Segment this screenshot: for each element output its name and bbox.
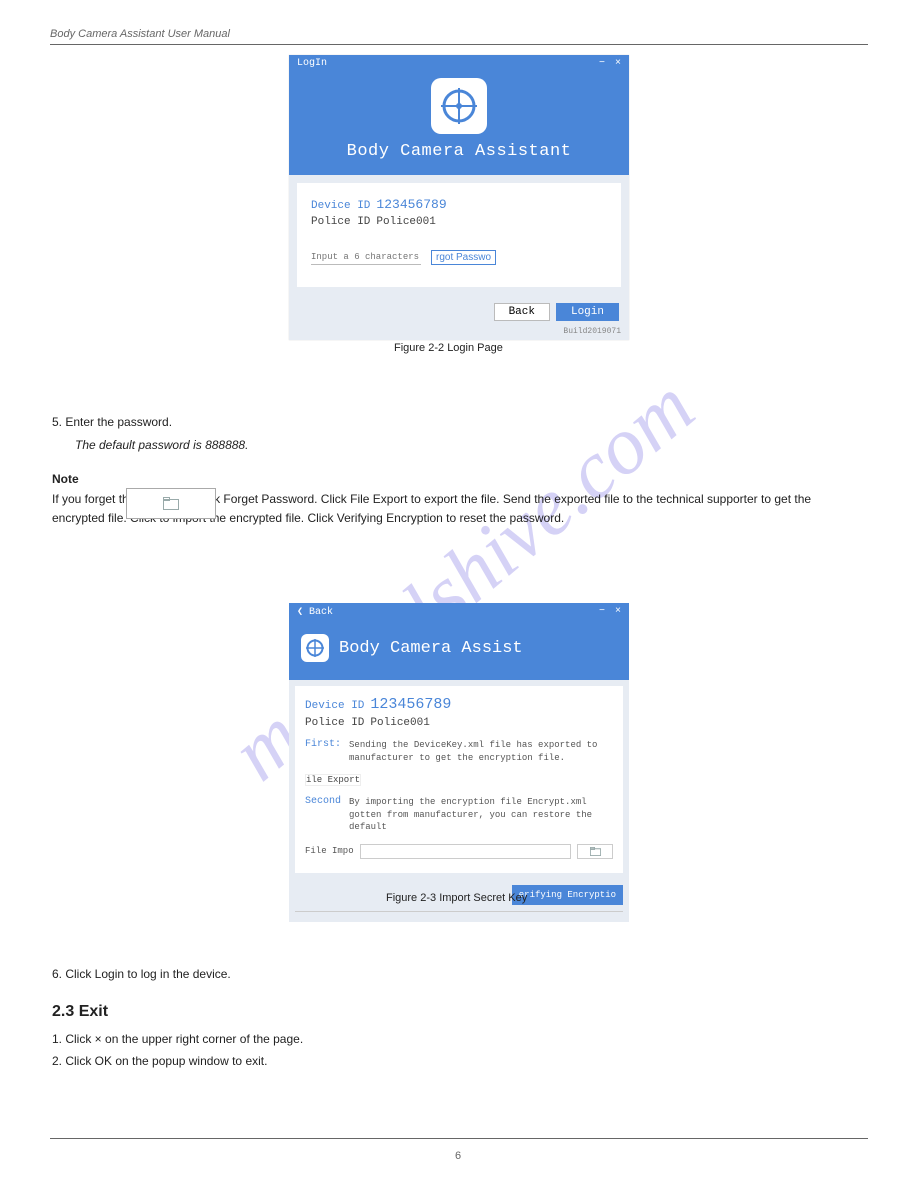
import-titlebar: ❮ Back − × <box>289 603 629 620</box>
device-id-value: 123456789 <box>376 197 446 212</box>
police-id-label: Police ID <box>305 717 364 729</box>
file-export-button[interactable]: ile Export <box>305 774 361 786</box>
file-import-label: File Impo <box>305 846 354 856</box>
build-text: Build2019071 <box>289 325 629 340</box>
folder-icon <box>163 497 179 510</box>
import-back-text[interactable]: Back <box>309 607 333 618</box>
first-label: First: <box>305 739 341 764</box>
page-top-rule <box>50 44 868 45</box>
police-id-value: Police001 <box>370 717 429 729</box>
import-window: ❮ Back − × Body Camera Assist Device ID … <box>289 603 629 922</box>
second-label: Second <box>305 796 341 834</box>
back-arrow-icon[interactable]: ❮ <box>297 607 303 618</box>
minimize-icon[interactable]: − <box>599 58 605 69</box>
page-header-text: Body Camera Assistant User Manual <box>50 26 230 43</box>
exit-heading: 2.3 Exit <box>52 1000 108 1025</box>
page-bottom-rule <box>50 1138 868 1139</box>
device-id-label: Device ID <box>305 700 364 712</box>
police-id-label: Police ID <box>311 216 370 228</box>
browse-icon-button[interactable] <box>126 488 216 519</box>
step6: 6. Click Login to log in the device. <box>52 965 812 984</box>
file-import-browse[interactable] <box>577 844 613 859</box>
login-card: Device ID 123456789 Police ID Police001 … <box>297 183 621 287</box>
folder-icon <box>590 847 601 856</box>
login-button-row: Back Login <box>289 295 629 325</box>
password-input[interactable] <box>311 250 421 265</box>
import-header: Body Camera Assist <box>289 620 629 680</box>
login-window: LogIn − × Body Camera Assistant Device I… <box>289 55 629 340</box>
close-icon[interactable]: × <box>615 606 621 617</box>
app-title: Body Camera Assistant <box>289 142 629 161</box>
app-icon-small <box>301 634 329 662</box>
login-titlebar: LogIn − × <box>289 55 629 72</box>
first-text: Sending the DeviceKey.xml file has expor… <box>349 739 613 764</box>
import-title: Body Camera Assist <box>339 639 523 658</box>
exit-step1: 1. Click × on the upper right corner of … <box>52 1030 812 1049</box>
login-figure-caption: Figure 2-2 Login Page <box>394 340 503 357</box>
device-id-value: 123456789 <box>370 696 451 713</box>
back-button[interactable]: Back <box>494 303 550 321</box>
login-header: Body Camera Assistant <box>289 72 629 175</box>
forgot-password-link[interactable]: rgot Passwo <box>431 250 496 265</box>
app-icon <box>431 78 487 134</box>
login-button[interactable]: Login <box>556 303 619 321</box>
second-text: By importing the encryption file Encrypt… <box>349 796 613 834</box>
file-import-path[interactable] <box>360 844 571 859</box>
verify-encryption-button[interactable]: erifying Encryptio <box>512 885 623 905</box>
minimize-icon[interactable]: − <box>599 606 605 617</box>
device-id-label: Device ID <box>311 200 370 212</box>
close-icon[interactable]: × <box>615 58 621 69</box>
page-number: 6 <box>455 1148 461 1165</box>
note-label: Note <box>52 470 79 489</box>
exit-step2: 2. Click OK on the popup window to exit. <box>52 1052 812 1071</box>
import-card: Device ID 123456789 Police ID Police001 … <box>295 686 623 873</box>
login-titlebar-text: LogIn <box>297 58 327 69</box>
import-figure-caption: Figure 2-3 Import Secret Key <box>386 890 527 907</box>
step5: 5. Enter the password. <box>52 413 812 432</box>
police-id-value: Police001 <box>376 216 435 228</box>
step5-hint: The default password is 888888. <box>75 436 615 455</box>
